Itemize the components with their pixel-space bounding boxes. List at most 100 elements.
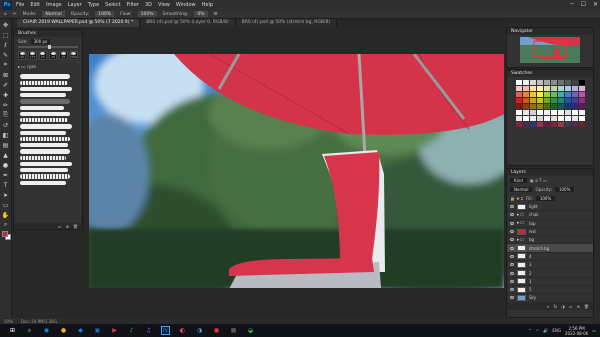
color-swatch[interactable] (522, 98, 529, 103)
brush-folder[interactable]: ▸ ▭ ryan (14, 63, 82, 70)
color-swatch[interactable] (543, 92, 550, 97)
delete-brush-icon[interactable]: 🗑 (73, 224, 78, 229)
color-swatch[interactable] (578, 86, 585, 91)
hand-icon[interactable]: ✋ (2, 211, 10, 219)
color-swatch[interactable] (550, 122, 557, 127)
zoom-icon[interactable]: ⌕ (2, 221, 10, 229)
color-swatch[interactable] (571, 98, 578, 103)
brush-stroke-preview[interactable] (20, 87, 72, 91)
color-swatch[interactable] (543, 116, 550, 121)
brush-size-slider[interactable] (18, 45, 78, 49)
color-swatch[interactable] (543, 86, 550, 91)
quick-select-icon[interactable]: ✎ (2, 51, 10, 59)
brush-preset[interactable]: 25 (18, 51, 27, 60)
menu-3d[interactable]: 3D (145, 2, 152, 8)
eraser-icon[interactable]: ◧ (2, 131, 10, 139)
notification-icon[interactable]: ▭ (592, 328, 596, 333)
color-swatch[interactable] (536, 104, 543, 109)
color-swatch[interactable] (571, 80, 578, 85)
color-swatch[interactable] (550, 80, 557, 85)
color-swatch[interactable] (522, 80, 529, 85)
color-swatch[interactable] (550, 92, 557, 97)
color-swatch[interactable] (557, 92, 564, 97)
new-brush-icon[interactable]: ⊕ (66, 224, 69, 229)
color-swatch[interactable] (557, 98, 564, 103)
layer-row[interactable]: ▸▭ top (507, 220, 593, 228)
color-swatch[interactable] (529, 98, 536, 103)
layer-row[interactable]: 2 (507, 269, 593, 278)
color-swatch[interactable] (578, 92, 585, 97)
filter-icons[interactable]: ▣ ⊘ T ▭ (530, 178, 547, 183)
brush-stroke-preview[interactable] (20, 99, 70, 104)
menu-help[interactable]: Help (202, 2, 213, 8)
color-swatch[interactable] (571, 92, 578, 97)
color-swatch[interactable] (564, 92, 571, 97)
brush-stroke-preview[interactable] (20, 181, 66, 185)
search-icon[interactable]: ⌕ (25, 326, 34, 335)
color-swatch[interactable] (550, 98, 557, 103)
new-layer-icon[interactable]: ⊕ (577, 304, 580, 309)
mask-icon[interactable]: ◑ (561, 304, 565, 309)
color-swatch[interactable] (571, 122, 578, 127)
lock-icons[interactable]: 🔒 ✥ ⌗ (510, 196, 523, 201)
document-tab[interactable]: BRS (4).psd @ 50% (Layer 0, RGB/8) (140, 19, 236, 27)
color-swatch[interactable] (550, 104, 557, 109)
brush-stroke-preview[interactable] (20, 174, 70, 179)
color-swatch[interactable] (515, 122, 522, 127)
visibility-eye-icon[interactable] (510, 288, 514, 292)
color-swatch[interactable] (564, 104, 571, 109)
clone-icon[interactable]: ⎘ (2, 111, 10, 119)
color-swatch[interactable] (564, 80, 571, 85)
color-swatch[interactable] (529, 122, 536, 127)
brush-stroke-preview[interactable] (20, 149, 70, 154)
brush-preset[interactable]: 25 (59, 51, 68, 60)
color-swatch[interactable] (550, 116, 557, 121)
marquee-icon[interactable]: ⬚ (2, 31, 10, 39)
slider-knob[interactable] (48, 45, 51, 49)
visibility-eye-icon[interactable] (510, 254, 514, 258)
flow-field[interactable]: 100% (137, 11, 157, 17)
taskbar-app-icon[interactable]: ♪ (127, 326, 136, 335)
layer-fill-field[interactable]: 100% (535, 196, 556, 201)
color-swatch[interactable] (564, 122, 571, 127)
brush-preset[interactable]: 300 (69, 51, 78, 60)
taskbar-app-icon[interactable]: Ps (161, 326, 170, 335)
path-select-icon[interactable]: ➤ (2, 191, 10, 199)
trash-icon[interactable]: 🗑 (584, 304, 589, 309)
lasso-icon[interactable]: ℓ (2, 41, 10, 49)
photoshop-logo[interactable]: Ps (2, 0, 12, 10)
color-swatch[interactable] (522, 110, 529, 115)
brush-stroke-preview[interactable] (20, 118, 68, 122)
color-swatch[interactable] (564, 116, 571, 121)
brush-stroke-preview[interactable] (20, 131, 66, 135)
color-swatch[interactable] (571, 116, 578, 121)
taskbar-app-icon[interactable]: ◑ (195, 326, 204, 335)
color-swatch[interactable] (522, 92, 529, 97)
foreground-color-swatch[interactable] (2, 231, 8, 237)
brush-preset[interactable]: 36 (48, 51, 58, 60)
crop-icon[interactable]: ⌗ (2, 61, 10, 69)
color-swatch[interactable] (529, 80, 536, 85)
color-swatch[interactable] (571, 104, 578, 109)
brush-stroke-preview[interactable] (20, 162, 72, 166)
color-swatch[interactable] (529, 92, 536, 97)
taskbar-app-icon[interactable]: ● (59, 326, 68, 335)
brush-stroke-preview[interactable] (20, 124, 72, 129)
brush-preset[interactable]: 25 (38, 51, 47, 60)
start-icon[interactable]: ⊞ (8, 326, 17, 335)
color-swatch[interactable] (515, 86, 522, 91)
brush-stroke-preview[interactable] (20, 93, 66, 97)
color-swatch[interactable] (543, 122, 550, 127)
brush-stroke-preview[interactable] (20, 112, 70, 116)
navigator-thumbnail[interactable] (520, 37, 580, 63)
menu-view[interactable]: View (158, 2, 170, 8)
visibility-eye-icon[interactable] (510, 296, 514, 300)
visibility-eye-icon[interactable] (510, 271, 514, 275)
language-indicator[interactable]: ENG (552, 328, 561, 333)
color-swatch[interactable] (557, 122, 564, 127)
brush-stroke-preview[interactable] (20, 74, 70, 79)
menu-edit[interactable]: Edit (30, 2, 40, 8)
visibility-eye-icon[interactable] (510, 246, 514, 250)
color-swatch[interactable] (522, 86, 529, 91)
layer-row[interactable]: ▸▭ chair (507, 211, 593, 220)
